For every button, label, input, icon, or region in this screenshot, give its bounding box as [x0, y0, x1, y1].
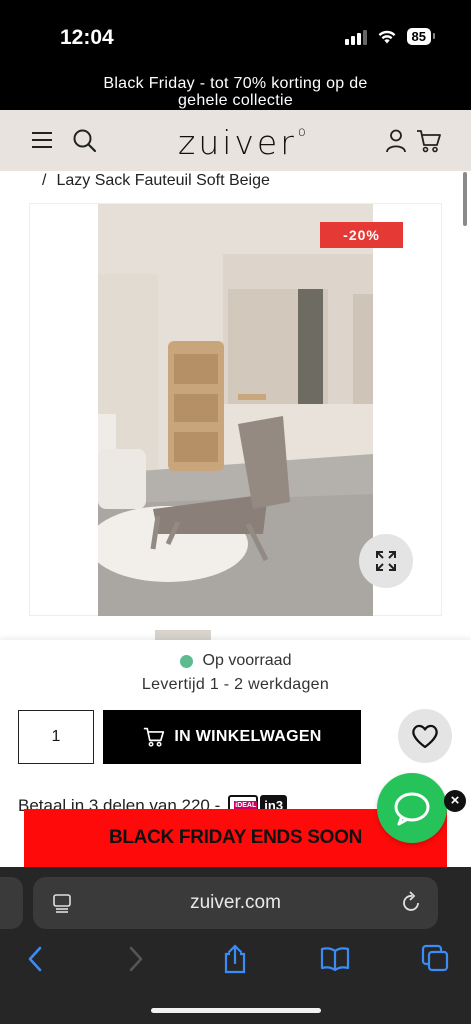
heart-icon — [412, 724, 438, 749]
expand-icon — [376, 551, 396, 571]
site-logo[interactable]: zuivero — [178, 123, 308, 162]
home-indicator[interactable] — [151, 1008, 321, 1013]
wishlist-button[interactable] — [398, 709, 452, 763]
breadcrumb-current: Lazy Sack Fauteuil Soft Beige — [56, 172, 270, 189]
zoom-button[interactable] — [359, 534, 413, 588]
chat-button[interactable] — [377, 773, 447, 843]
site-header: zuivero — [0, 110, 471, 171]
promo-text-line2: gehele collectie — [177, 92, 294, 109]
menu-icon[interactable] — [32, 132, 52, 148]
share-icon[interactable] — [222, 944, 248, 974]
tabs-icon[interactable] — [421, 944, 449, 972]
add-to-cart-button[interactable]: IN WINKELWAGEN — [103, 710, 361, 764]
breadcrumb: / Lazy Sack Fauteuil Soft Beige — [42, 172, 270, 190]
forward-icon[interactable] — [127, 944, 145, 974]
back-icon[interactable] — [26, 944, 44, 974]
cart-icon[interactable] — [416, 128, 442, 154]
url-text: zuiver.com — [190, 892, 281, 913]
stock-dot-icon — [179, 654, 193, 668]
promo-text-line1: Black Friday - tot 70% korting op de — [103, 75, 368, 92]
product-thumbnail[interactable] — [155, 630, 211, 640]
battery-icon: 85 — [406, 28, 436, 45]
status-time: 12:04 — [60, 26, 114, 49]
quantity-input[interactable]: 1 — [18, 710, 94, 764]
delivery-time: Levertijd 1 - 2 werkdagen — [141, 676, 330, 693]
discount-badge: -20% — [320, 222, 403, 248]
status-icons: 85 — [344, 28, 436, 45]
signal-icon — [344, 29, 367, 45]
search-icon[interactable] — [72, 128, 98, 154]
breadcrumb-separator: / — [42, 172, 47, 189]
account-icon[interactable] — [385, 128, 407, 154]
stock-status: Op voorraad — [0, 652, 471, 670]
chat-bubble-icon — [394, 792, 430, 826]
promo-bar[interactable]: Black Friday - tot 70% korting op de geh… — [0, 72, 471, 110]
status-bar: 12:04 85 — [0, 0, 471, 72]
bookmarks-icon[interactable] — [320, 944, 350, 972]
stock-label: Op voorraad — [202, 652, 292, 669]
cart-icon — [144, 727, 165, 747]
reload-icon[interactable] — [402, 891, 422, 913]
close-chat-icon[interactable]: × — [444, 790, 466, 812]
add-to-cart-label: IN WINKELWAGEN — [174, 728, 322, 745]
product-image[interactable] — [98, 204, 373, 616]
scrollbar[interactable] — [463, 172, 467, 226]
wifi-icon — [378, 30, 395, 43]
